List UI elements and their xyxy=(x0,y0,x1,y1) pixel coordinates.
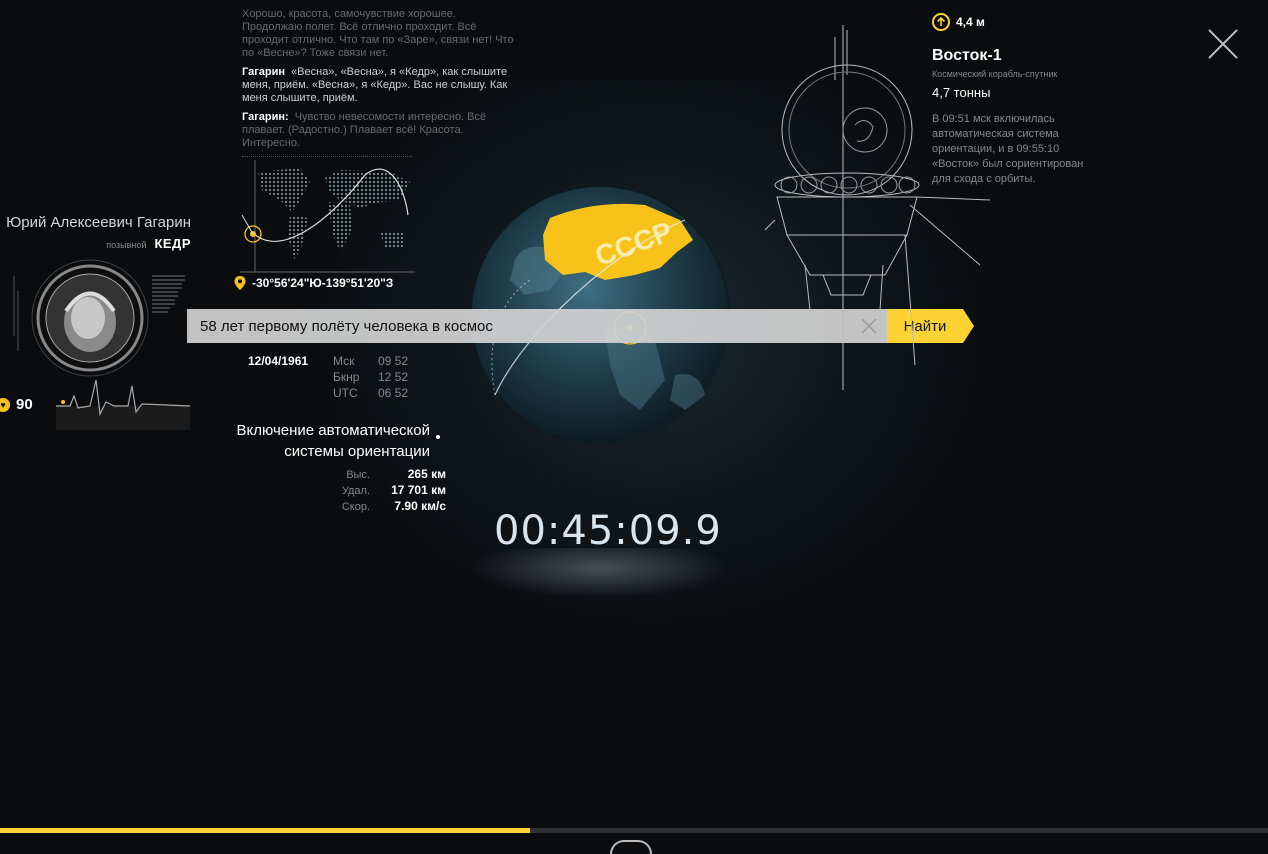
timeline-handle[interactable] xyxy=(610,840,652,854)
craft-name: Восток-1 xyxy=(932,47,1002,64)
craft-description: В 09:51 мск включилась автоматическая си… xyxy=(932,113,1084,185)
arrow-up-icon xyxy=(932,13,950,31)
map-pin-icon xyxy=(234,276,246,290)
callsign-value: КЕДР xyxy=(154,236,191,251)
timer-reflection xyxy=(470,548,730,598)
close-button[interactable] xyxy=(1206,27,1240,61)
search-input[interactable] xyxy=(187,308,857,344)
craft-height: 4,4 м xyxy=(932,13,985,31)
coordinates-text: -30°56'24"Ю-139°51'20"З xyxy=(252,276,394,290)
timezone-row: Мск 09 52 xyxy=(333,354,409,368)
transcript-speaker: Гагарин: xyxy=(242,111,289,123)
coordinates: -30°56'24"Ю-139°51'20"З xyxy=(234,276,393,290)
transcript-line: Хорошо, красота, самочувствие хорошее. П… xyxy=(242,8,514,59)
astronaut-portrait xyxy=(13,259,190,430)
divider xyxy=(242,156,412,157)
heart-rate: ♥ 90 xyxy=(0,396,33,413)
craft-mass: 4,7 тонны xyxy=(932,85,991,100)
timezone-row: Бкнр 12 52 xyxy=(333,370,409,384)
flight-date: 12/04/1961 xyxy=(248,354,309,368)
transcript-speaker: Гагарин xyxy=(242,66,286,78)
timeline-progress xyxy=(0,828,531,833)
radio-transcript: Хорошо, красота, самочувствие хорошее. П… xyxy=(242,8,517,156)
stat-row: Скор. 7.90 км/с xyxy=(341,499,446,513)
world-map xyxy=(240,160,415,273)
heart-rate-value: 90 xyxy=(16,396,33,413)
flight-stats: Выс. 265 км Удал. 17 701 км Скор. 7.90 км/с xyxy=(330,467,446,515)
transcript-line: Гагарин «Весна», «Весна», я «Кедр», как с… xyxy=(242,66,508,104)
heart-icon: ♥ xyxy=(0,397,10,412)
event-marker xyxy=(436,435,440,439)
callsign: позывной КЕДР xyxy=(0,236,191,251)
transcript-line: Гагарин: Чувство невесомости интересно. В… xyxy=(242,111,487,149)
timezone-row: UTC 06 52 xyxy=(333,386,409,400)
callsign-label: позывной xyxy=(106,240,147,250)
event-title: Включение автоматической системы ориента… xyxy=(236,422,430,460)
close-icon[interactable] xyxy=(1206,27,1240,61)
spacecraft-diagram xyxy=(765,25,991,390)
stat-row: Удал. 17 701 км xyxy=(341,483,446,497)
timezone-table: Мск 09 52 Бкнр 12 52 UTC 06 52 xyxy=(333,354,408,402)
person-name: Юрий Алексеевич Гагарин xyxy=(6,214,191,231)
craft-height-value: 4,4 м xyxy=(956,15,985,29)
stat-row: Выс. 265 км xyxy=(346,467,446,481)
craft-subtitle: Космический корабль-спутник xyxy=(932,69,1058,79)
